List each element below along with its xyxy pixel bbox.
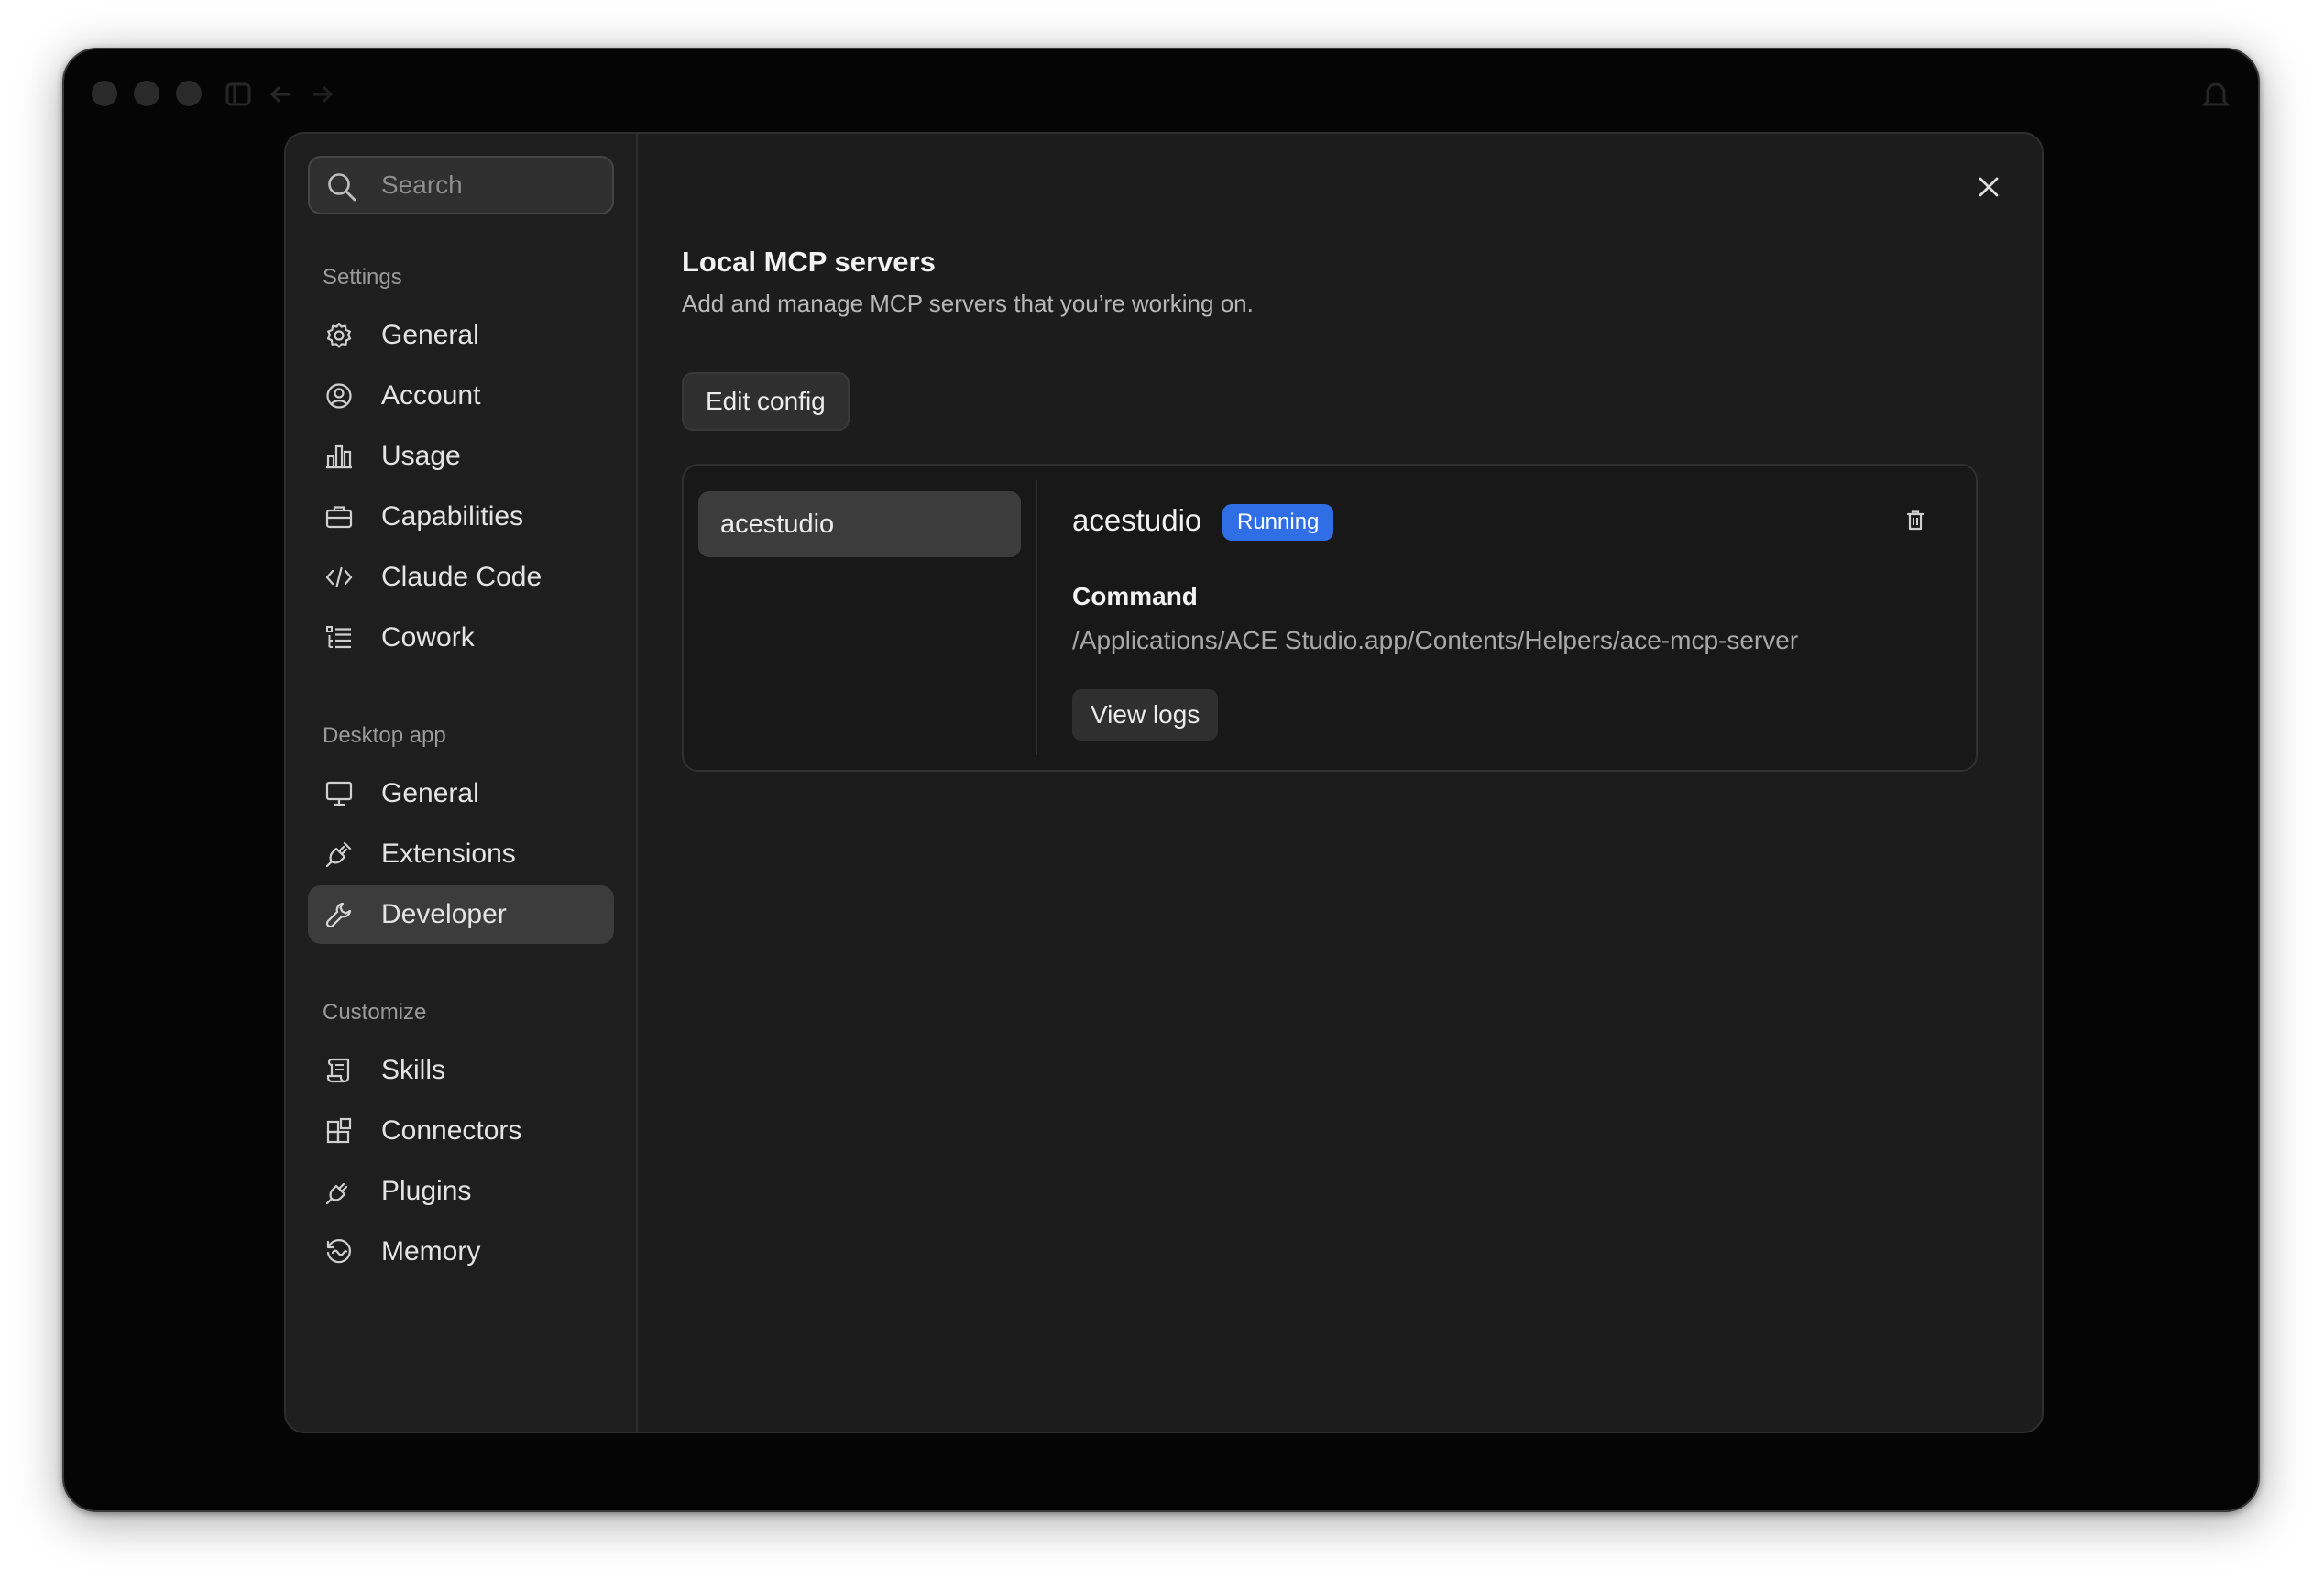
window-close-dot[interactable] [92,81,117,106]
page-title: Local MCP servers [682,246,936,278]
section-label-settings: Settings [323,265,402,290]
sidebar-item-label: Skills [381,1055,446,1085]
sidebar-item-label: Plugins [381,1176,472,1206]
server-list: acestudio [684,466,1036,770]
search-input[interactable] [379,158,599,213]
window-minimize-dot[interactable] [134,81,159,106]
sidebar-item-label: Memory [381,1236,481,1267]
sidebar-item-memory[interactable]: Memory [308,1223,614,1281]
plug-icon [325,1182,348,1205]
search-icon [328,173,356,202]
briefcase-icon [325,506,353,529]
sidebar-toggle-icon[interactable] [225,82,251,106]
gear-icon [326,322,352,348]
sidebar-item-label: General [381,778,479,808]
sidebar-item-label: Usage [381,441,461,471]
sidebar-item-extensions[interactable]: Extensions [308,825,614,883]
page-subtitle: Add and manage MCP servers that you’re w… [682,290,1254,317]
scroll-icon [326,1058,350,1083]
command-value: /Applications/ACE Studio.app/Contents/He… [1072,626,1799,654]
sidebar-item-account[interactable]: Account [308,367,614,425]
sidebar-item-label: Cowork [381,622,475,653]
sidebar-item-label: Capabilities [381,501,524,532]
server-detail-name: acestudio [1072,503,1202,537]
search-box[interactable] [308,156,614,214]
sidebar-item-label: Developer [381,899,507,929]
command-label: Command [1072,582,1198,610]
monitor-icon [325,781,353,806]
history-icon [326,1239,351,1264]
sidebar-item-label: Account [381,380,481,411]
sidebar-item-skills[interactable]: Skills [308,1041,614,1100]
sidebar-item-capabilities[interactable]: Capabilities [308,488,614,546]
back-arrow-icon[interactable] [269,84,291,104]
close-icon[interactable] [1968,167,2009,207]
sidebar-item-claude-code[interactable]: Claude Code [308,548,614,607]
user-circle-icon [326,383,352,409]
view-logs-button[interactable]: View logs [1072,689,1219,741]
server-list-item[interactable]: acestudio [698,491,1021,557]
sidebar-item-connectors[interactable]: Connectors [308,1102,614,1160]
code-icon [325,566,353,588]
forward-arrow-icon[interactable] [312,84,334,104]
settings-sidebar: Settings General Account [286,134,638,1432]
section-label-desktop-app: Desktop app [323,723,446,748]
notification-icon[interactable] [2199,79,2232,112]
status-badge: Running [1222,504,1334,541]
sidebar-item-cowork[interactable]: Cowork [308,609,614,667]
settings-modal: Settings General Account [284,132,2044,1433]
sidebar-item-label: Connectors [381,1115,522,1146]
edit-config-button[interactable]: Edit config [682,372,850,431]
wrench-icon [325,902,352,928]
sidebar-item-usage[interactable]: Usage [308,427,614,486]
plug-icon [325,841,352,868]
section-label-customize: Customize [323,1000,427,1025]
panel-divider [1036,480,1037,755]
trash-icon[interactable] [1901,506,1930,535]
app-window: Settings General Account [62,48,2260,1512]
sidebar-item-desktop-general[interactable]: General [308,764,614,823]
server-list-item-label: acestudio [720,510,835,539]
sidebar-item-label: Extensions [381,839,516,869]
sidebar-item-label: Claude Code [381,562,543,592]
sidebar-item-developer[interactable]: Developer [308,885,614,944]
blocks-icon [326,1117,352,1144]
sidebar-item-plugins[interactable]: Plugins [308,1162,614,1221]
bar-chart-icon [326,444,352,469]
checklist-icon [326,626,351,649]
mcp-server-panel: acestudio acestudio Running Command /App… [682,464,1978,772]
window-zoom-dot[interactable] [176,81,202,106]
sidebar-item-label: General [381,320,479,350]
sidebar-item-general[interactable]: General [308,306,614,365]
